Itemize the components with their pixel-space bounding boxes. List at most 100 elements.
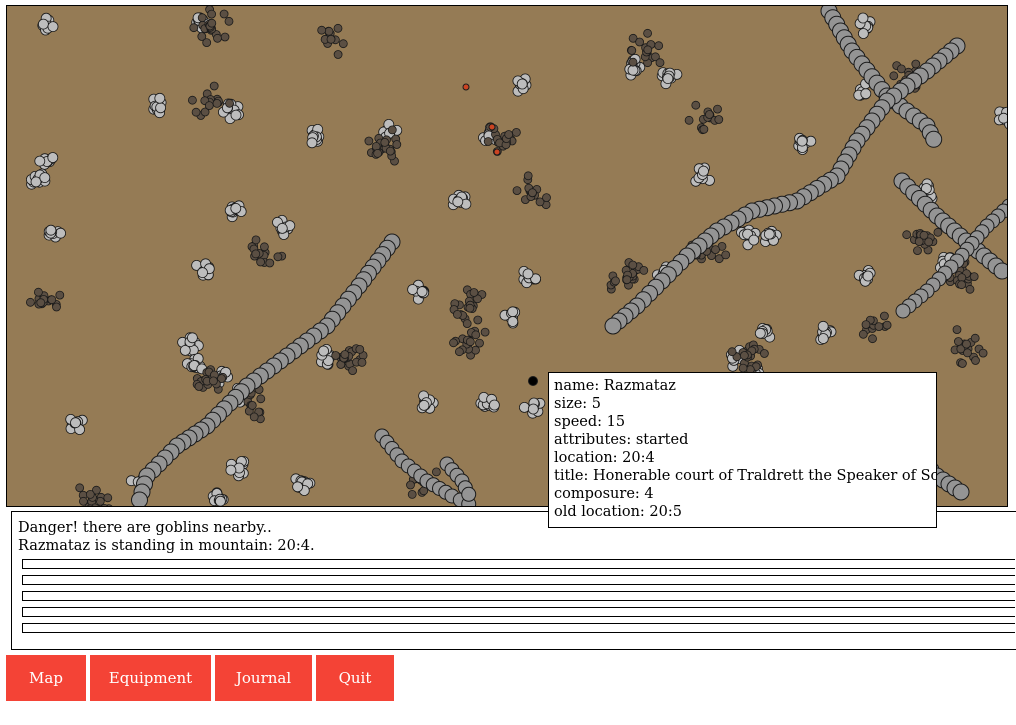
rock [207, 9, 217, 19]
rock [698, 165, 709, 177]
equipment-button[interactable]: Equipment [90, 655, 211, 701]
rock [817, 320, 829, 332]
tooltip-old-location: old location: 20:5 [554, 504, 682, 520]
rock [952, 325, 962, 335]
rock [36, 298, 46, 308]
tooltip-name: name: Razmataz [554, 378, 676, 394]
rock [449, 338, 458, 348]
tooltip-title: title: Honerable court of Traldrett the … [554, 468, 936, 484]
rock [47, 152, 59, 163]
rock [971, 356, 980, 365]
rock [39, 172, 51, 184]
rock [507, 306, 519, 318]
rock [373, 148, 383, 158]
road [131, 491, 148, 506]
rock [431, 467, 441, 477]
goblin-marker [462, 83, 470, 91]
rock [273, 252, 283, 262]
rock [528, 188, 537, 198]
rock [202, 38, 212, 47]
rock [628, 57, 638, 67]
rock [225, 464, 237, 476]
rock [523, 171, 533, 181]
road [952, 483, 970, 501]
rock [380, 137, 390, 147]
journal-button[interactable]: Journal [215, 655, 312, 701]
rock [215, 495, 226, 506]
rock [189, 23, 199, 33]
rock [220, 32, 230, 42]
rock [416, 286, 428, 298]
rock [47, 21, 59, 33]
rock [655, 58, 665, 68]
rock [861, 320, 871, 330]
rock [86, 505, 89, 506]
rock [333, 23, 343, 33]
rock [186, 332, 198, 344]
rock [194, 382, 204, 391]
road [895, 303, 911, 319]
log-line [22, 623, 1015, 633]
rock [224, 16, 234, 26]
rock [326, 34, 336, 44]
rock [230, 202, 242, 214]
rock [796, 135, 808, 147]
road [925, 130, 943, 148]
rock [52, 302, 61, 312]
rock [197, 267, 208, 279]
rock [55, 227, 66, 239]
rock [247, 400, 257, 410]
rock [249, 412, 259, 422]
rock [684, 115, 694, 125]
tooltip-location: location: 20:4 [554, 450, 655, 466]
rock [47, 295, 57, 305]
quit-button[interactable]: Quit [316, 655, 394, 701]
rock [33, 287, 43, 297]
rock [324, 26, 334, 36]
rock [488, 399, 500, 411]
rock [643, 28, 652, 38]
rock [911, 59, 921, 69]
rock [857, 12, 869, 24]
rock [355, 344, 365, 354]
rock [862, 270, 874, 282]
rock [711, 245, 720, 255]
rock [957, 280, 966, 290]
rock [662, 73, 674, 84]
rock [154, 92, 166, 104]
rock [519, 401, 530, 413]
rock [882, 320, 892, 330]
map-button[interactable]: Map [6, 655, 86, 701]
rock [958, 359, 967, 368]
tooltip-speed: speed: 15 [554, 414, 626, 430]
rock [465, 337, 475, 347]
rock [333, 50, 343, 59]
rock [522, 268, 534, 280]
rock [259, 242, 269, 252]
rock [480, 327, 490, 337]
rock [208, 376, 218, 386]
rock [452, 196, 464, 208]
rock [858, 28, 869, 39]
rock [622, 275, 632, 285]
rock [213, 33, 222, 43]
log-line [22, 591, 1015, 601]
goblin-marker [488, 123, 496, 131]
rock [516, 78, 528, 90]
rock [965, 284, 975, 294]
rock [627, 64, 639, 76]
rock [469, 288, 479, 297]
rock [643, 45, 653, 55]
rock [611, 276, 620, 286]
rock [504, 130, 514, 139]
rock [212, 99, 222, 108]
rock [75, 483, 85, 493]
rock [406, 480, 415, 490]
rock [874, 322, 884, 332]
tooltip-size: size: 5 [554, 396, 602, 412]
tooltip-attributes: attributes: started [554, 432, 689, 448]
rock [954, 337, 963, 346]
rock [635, 37, 644, 47]
rock [187, 95, 197, 105]
rock [103, 493, 113, 503]
